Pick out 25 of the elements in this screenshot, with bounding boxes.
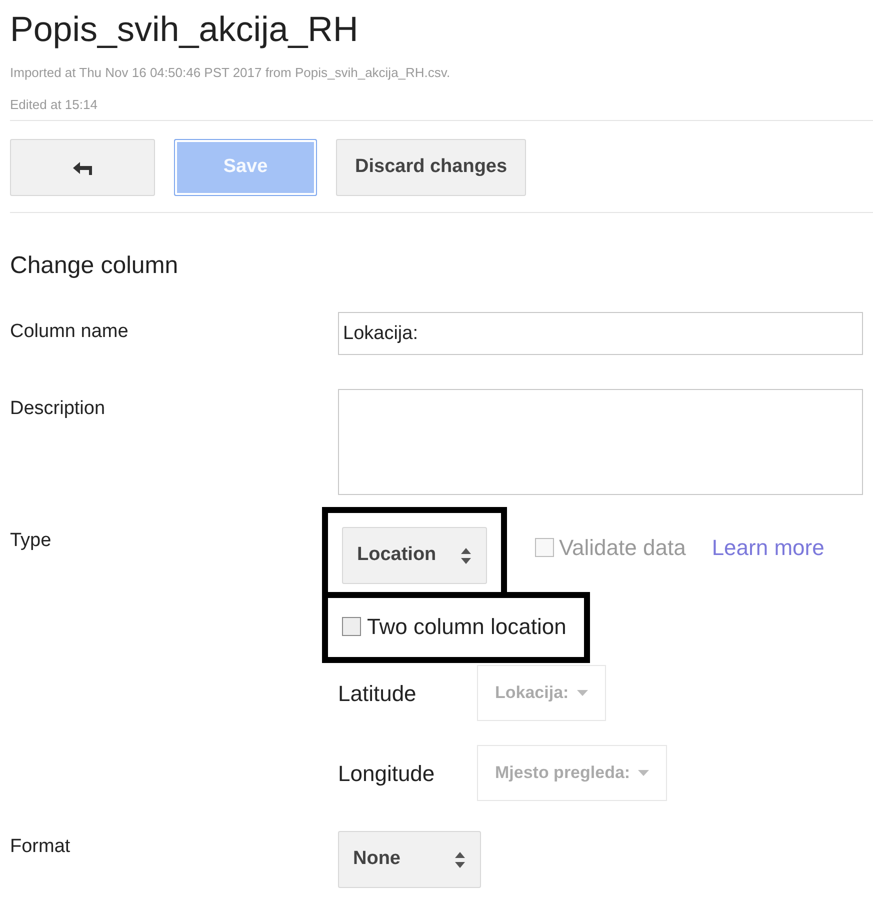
page-title: Popis_svih_akcija_RH bbox=[10, 9, 358, 51]
import-info: Imported at Thu Nov 16 04:50:46 PST 2017 from Popis_svih_akcija_RH.csv. bbox=[10, 64, 450, 82]
back-arrow-icon bbox=[72, 160, 94, 174]
learn-more-link[interactable]: Learn more bbox=[712, 531, 824, 564]
text-area[interactable] bbox=[338, 389, 863, 495]
field-label: Longitude bbox=[338, 760, 436, 788]
dropdown-arrow-icon bbox=[638, 770, 650, 776]
back-button[interactable] bbox=[10, 139, 155, 196]
type-select[interactable]: Location bbox=[342, 527, 487, 584]
discard-button[interactable]: Discard changes bbox=[336, 139, 526, 196]
sort-arrows-icon bbox=[454, 850, 466, 870]
field-label: Format bbox=[10, 835, 70, 859]
sort-arrows-icon bbox=[460, 546, 472, 566]
input-field[interactable]: Lokacija: bbox=[338, 312, 863, 355]
checkbox[interactable] bbox=[342, 617, 361, 636]
field-label: Description bbox=[10, 397, 106, 421]
checkbox-label: Two column location bbox=[367, 613, 566, 641]
checkbox-label: Validate data bbox=[559, 534, 686, 562]
dropdown-arrow-icon bbox=[576, 690, 588, 696]
field-label: Type bbox=[10, 529, 52, 553]
format-select[interactable]: None bbox=[338, 831, 481, 888]
field-label: Latitude bbox=[338, 680, 418, 708]
section-heading: Change column bbox=[10, 251, 178, 281]
field-label: Column name bbox=[10, 320, 128, 344]
edit-info: Edited at 15:14 bbox=[10, 96, 98, 114]
